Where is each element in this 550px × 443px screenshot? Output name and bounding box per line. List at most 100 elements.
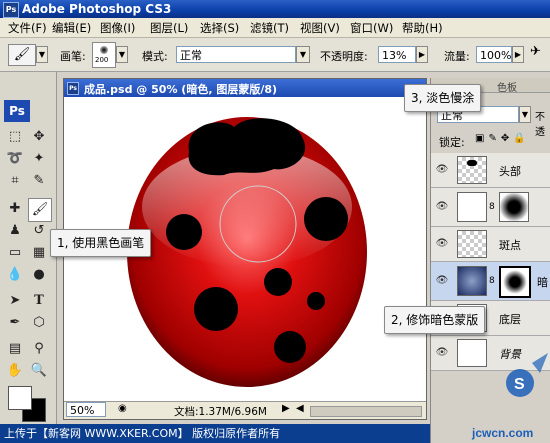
magic-wand-tool-icon[interactable]: ✦ (28, 148, 50, 170)
footer-text: 上传于【新客网 WWW.XKER.COM】 版权归原作者所有 (4, 427, 281, 440)
status-menu-arrow-icon[interactable]: ▶ (282, 403, 290, 414)
lasso-tool-icon[interactable]: ➰ (4, 148, 26, 170)
dodge-tool-icon[interactable]: ● (28, 264, 50, 286)
flow-label: 流量: (444, 50, 470, 63)
foreground-color-swatch[interactable] (8, 386, 32, 410)
toolbox: Ps ⬚ ✥ ➰ ✦ ⌗ ✎ ✚ 🖌 ♟ ↺ ▭ ▦ 💧 ● ➤ T ✒ ⬡ ▤… (0, 72, 57, 443)
ladybug-spot (166, 214, 202, 250)
brush-tool-preset-icon[interactable]: 🖌 (8, 44, 36, 66)
document-title: 成品.psd @ 50% (暗色, 图层蒙版/8) (84, 83, 278, 96)
site-logo-watermark: S jcwcn.com (471, 353, 548, 440)
brush-tool-icon[interactable]: 🖌 (28, 198, 52, 222)
options-bar: 🖌 ▼ 画笔: 200 ▼ 模式: 正常 ▼ 不透明度: 13% ▶ 流量: 1… (0, 38, 550, 72)
visibility-eye-icon[interactable]: 👁 (435, 237, 449, 251)
menu-select[interactable]: 选择(S) (200, 20, 239, 36)
move-tool-icon[interactable]: ✥ (28, 126, 50, 148)
visibility-eye-icon[interactable]: 👁 (435, 200, 449, 214)
visibility-eye-icon[interactable]: 👁 (435, 274, 449, 288)
document-size: 文档:1.37M/6.96M (174, 406, 267, 418)
flow-field[interactable]: 100% (476, 46, 512, 63)
menu-layer[interactable]: 图层(L) (150, 20, 188, 36)
app-title: Adobe Photoshop CS3 (22, 2, 172, 16)
visibility-eye-icon[interactable]: 👁 (435, 163, 449, 177)
brush-label: 画笔: (60, 50, 86, 63)
layer-row-selected[interactable]: 👁 8 暗 (431, 262, 550, 301)
shape-tool-icon[interactable]: ⬡ (28, 312, 50, 334)
layer-thumbnail (457, 192, 487, 222)
tab-swatches[interactable]: 色板 (497, 79, 517, 94)
document-status-bar: 50% ◉ 文档:1.37M/6.96M ▶ ◀ (64, 401, 426, 419)
layer-row[interactable]: 👁 8 (431, 188, 550, 227)
menu-help[interactable]: 帮助(H) (402, 20, 443, 36)
opacity-label: 不透明度: (320, 50, 368, 63)
ladybug-spot (194, 287, 238, 331)
ladybug-spot (307, 292, 325, 310)
zoom-tool-icon[interactable]: 🔍 (28, 360, 50, 382)
callout-step2: 2, 修饰暗色蒙版 (384, 306, 486, 334)
eraser-tool-icon[interactable]: ▭ (4, 242, 26, 264)
hand-tool-icon[interactable]: ✋ (4, 360, 26, 382)
airbrush-icon[interactable]: ✈ (530, 44, 546, 62)
menu-view[interactable]: 视图(V) (300, 20, 340, 36)
svg-text:S: S (514, 376, 525, 393)
mode-dropdown-arrow-icon[interactable]: ▼ (296, 46, 310, 63)
mode-select[interactable]: 正常 (176, 46, 296, 63)
layer-name: 斑点 (499, 239, 521, 252)
menu-file[interactable]: 文件(F) (8, 20, 47, 36)
photoshop-logo-icon: Ps (3, 2, 19, 18)
history-brush-tool-icon[interactable]: ↺ (28, 220, 50, 242)
layer-thumbnail (457, 230, 487, 258)
callout-step1: 1, 使用黑色画笔 (50, 229, 152, 257)
opacity-field[interactable]: 13% (378, 46, 416, 63)
menu-window[interactable]: 窗口(W) (350, 20, 393, 36)
brush-picker[interactable]: 200 (92, 42, 116, 68)
menu-edit[interactable]: 编辑(E) (52, 20, 91, 36)
visibility-eye-icon[interactable]: 👁 (435, 346, 449, 360)
preset-dropdown-arrow-icon[interactable]: ▼ (36, 46, 48, 63)
brush-dropdown-arrow-icon[interactable]: ▼ (116, 46, 128, 63)
layer-mask-thumbnail[interactable] (499, 192, 529, 222)
layer-thumbnail (457, 156, 487, 184)
layer-row[interactable]: 👁 头部 (431, 153, 550, 188)
pen-tool-icon[interactable]: ✒ (4, 312, 26, 334)
blur-tool-icon[interactable]: 💧 (4, 264, 26, 286)
healing-brush-tool-icon[interactable]: ✚ (4, 198, 26, 220)
footer-bar: 上传于【新客网 WWW.XKER.COM】 版权归原作者所有 (0, 424, 430, 443)
notes-tool-icon[interactable]: ▤ (4, 338, 26, 360)
flow-slider-arrow-icon[interactable]: ▶ (512, 46, 524, 63)
blend-dropdown-arrow-icon[interactable]: ▼ (519, 106, 531, 123)
path-selection-tool-icon[interactable]: ➤ (4, 290, 26, 312)
callout-step3: 3, 淡色慢涂 (404, 84, 482, 112)
document-ps-icon: Ps (67, 82, 79, 95)
ladybug-head (188, 118, 306, 176)
scroll-left-icon[interactable]: ◀ (296, 403, 304, 414)
ps-logo-icon[interactable]: Ps (4, 100, 30, 122)
ladybug-spot (264, 268, 292, 296)
watermark-text: jcwcn.com (471, 426, 533, 440)
layer-name: 暗 (537, 276, 548, 289)
horizontal-scrollbar[interactable] (310, 406, 422, 417)
layer-opacity-label: 不透 (535, 112, 545, 138)
brush-tip-icon (100, 46, 108, 54)
clone-stamp-tool-icon[interactable]: ♟ (4, 220, 26, 242)
menu-bar: 文件(F) 编辑(E) 图像(I) 图层(L) 选择(S) 滤镜(T) 视图(V… (0, 18, 550, 38)
ladybug-spot (304, 197, 348, 241)
opacity-slider-arrow-icon[interactable]: ▶ (416, 46, 428, 63)
menu-filter[interactable]: 滤镜(T) (250, 20, 289, 36)
lock-icons[interactable]: ▣✎✥🔒 (475, 133, 530, 144)
title-bar: Ps Adobe Photoshop CS3 (0, 0, 550, 18)
layer-row[interactable]: 👁 斑点 (431, 227, 550, 262)
slice-tool-icon[interactable]: ✎ (28, 170, 50, 192)
status-icon[interactable]: ◉ (118, 403, 127, 414)
mask-link-icon: 8 (489, 276, 495, 286)
zoom-field[interactable]: 50% (66, 402, 106, 417)
crop-tool-icon[interactable]: ⌗ (4, 170, 26, 192)
eyedropper-tool-icon[interactable]: ⚲ (28, 338, 50, 360)
marquee-tool-icon[interactable]: ⬚ (4, 126, 26, 148)
layer-mask-thumbnail[interactable] (499, 266, 531, 298)
menu-image[interactable]: 图像(I) (100, 20, 135, 36)
type-tool-icon[interactable]: T (28, 290, 50, 312)
gradient-tool-icon[interactable]: ▦ (28, 242, 50, 264)
layer-name: 底层 (499, 313, 521, 326)
mask-link-icon: 8 (489, 202, 495, 212)
